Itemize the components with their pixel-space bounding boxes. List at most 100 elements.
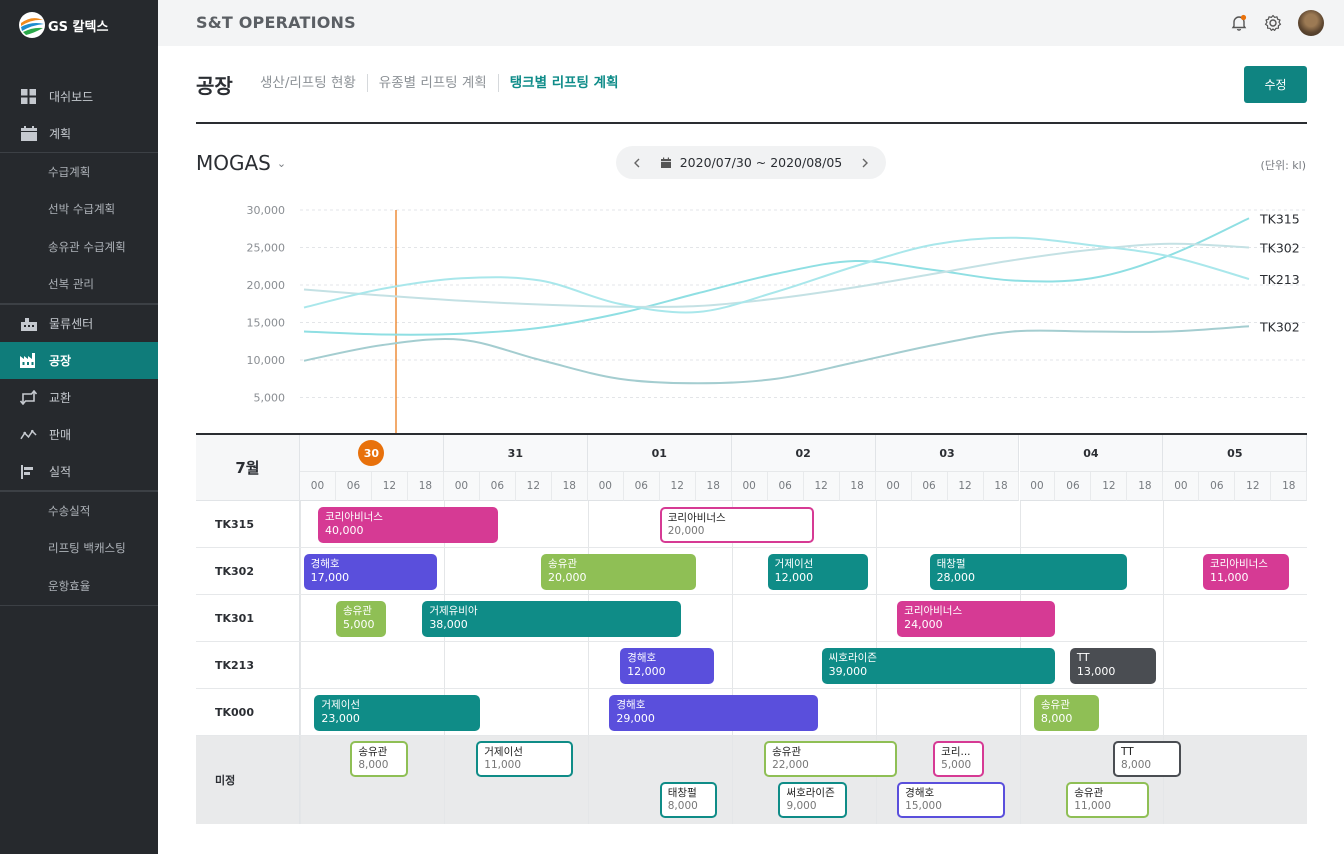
day-label: 03 xyxy=(939,446,955,460)
sidebar-item-label: 공장 xyxy=(49,354,72,368)
prev-arrow-icon[interactable] xyxy=(632,157,642,169)
sidebar-subitem-5[interactable]: 선복 관리 xyxy=(0,266,158,304)
sidebar-item-7[interactable]: 공장 xyxy=(0,342,158,379)
edit-button[interactable]: 수정 xyxy=(1244,66,1307,103)
lifting-bar[interactable]: 써호라이즌 9,000 xyxy=(778,782,847,818)
lifting-bar[interactable]: 태창펄 8,000 xyxy=(659,782,718,818)
sidebar-item-label: 송유관 수급계획 xyxy=(48,239,126,254)
tank-row-label: TK315 xyxy=(196,501,300,548)
hour-label: 06 xyxy=(911,472,948,501)
hour-label: 00 xyxy=(587,472,624,501)
factory-icon xyxy=(20,353,37,368)
lifting-bar[interactable]: 송유관 8,000 xyxy=(350,741,408,777)
product-selector[interactable]: MOGAS ⌄ xyxy=(196,151,286,175)
lifting-bar[interactable]: 태창펄 28,000 xyxy=(929,554,1128,590)
bar-vessel-name: 코리... xyxy=(941,746,971,758)
hour-label: 12 xyxy=(515,472,552,501)
lifting-bar[interactable]: 송유관 5,000 xyxy=(335,601,387,637)
lifting-bar[interactable]: 송유관 11,000 xyxy=(1066,782,1149,818)
lifting-bar[interactable]: TT 13,000 xyxy=(1069,648,1157,684)
series-label: TK315 xyxy=(1259,211,1300,226)
bar-vessel-name: 코리아비너스 xyxy=(324,511,383,523)
sidebar-subitem-11[interactable]: 수송실적 xyxy=(0,492,158,530)
lifting-bar[interactable]: 코리아비너스 24,000 xyxy=(897,601,1056,637)
sidebar-item-0[interactable]: 대쉬보드 xyxy=(0,78,158,115)
hour-label: 00 xyxy=(300,472,336,501)
bar-vessel-name: 송유관 xyxy=(772,746,802,758)
page-header: 공장 생산/리프팅 현황 유종별 리프팅 계획 탱크별 리프팅 계획 수정 xyxy=(196,64,1307,124)
sidebar-item-1[interactable]: 계획 xyxy=(0,115,158,152)
lifting-bar[interactable]: 거제이선 23,000 xyxy=(314,695,480,731)
lifting-bar[interactable]: 코리아비너스 20,000 xyxy=(659,507,815,543)
notification-bell-icon[interactable] xyxy=(1230,14,1248,32)
lifting-bar[interactable]: 경해호 17,000 xyxy=(303,554,437,590)
sidebar-subitem-13[interactable]: 운항효율 xyxy=(0,567,158,605)
sidebar-item-10[interactable]: 실적 xyxy=(0,453,158,490)
user-avatar[interactable] xyxy=(1298,10,1324,36)
tank-row-label: TK302 xyxy=(196,548,300,595)
row-divider xyxy=(196,547,1307,548)
sidebar-item-6[interactable]: 물류센터 xyxy=(0,305,158,342)
lifting-bar[interactable]: 경해호 15,000 xyxy=(897,782,1006,818)
bar-amount: 8,000 xyxy=(1040,712,1073,725)
hour-label: 06 xyxy=(335,472,372,501)
calendar-icon xyxy=(20,126,37,141)
month-label: 7월 xyxy=(196,435,300,501)
day-header[interactable]: 30 xyxy=(300,435,444,472)
day-divider xyxy=(587,501,589,824)
tab-lifting-plan-by-oil-type[interactable]: 유종별 리프팅 계획 xyxy=(366,74,498,92)
next-arrow-icon[interactable] xyxy=(860,157,870,169)
lifting-bar[interactable]: 송유관 22,000 xyxy=(764,741,898,777)
lifting-bar[interactable]: 코리아비너스 40,000 xyxy=(317,507,498,543)
tank-level-line-chart: 30,000 25,000 20,000 15,000 10,000 5,000 TK315… xyxy=(247,204,1307,434)
lifting-bar[interactable]: 거제유비아 38,000 xyxy=(422,601,682,637)
tab-lifting-plan-by-tank[interactable]: 탱크별 리프팅 계획 xyxy=(497,74,630,92)
bar-vessel-name: TT xyxy=(1076,652,1090,664)
series-line-tk315[interactable] xyxy=(303,217,1250,336)
sidebar-item-label: 실적 xyxy=(49,465,72,479)
brand-logo[interactable]: GS 칼텍스 xyxy=(18,10,108,40)
sidebar-subitem-3[interactable]: 선박 수급계획 xyxy=(0,191,158,229)
hour-label: 18 xyxy=(1127,472,1164,501)
day-header[interactable]: 03 xyxy=(875,435,1020,472)
date-range-text[interactable]: 2020/07/30 ~ 2020/08/05 xyxy=(680,155,843,170)
lifting-bar[interactable]: 코리아비너스 11,000 xyxy=(1202,554,1290,590)
sidebar-subitem-4[interactable]: 송유관 수급계획 xyxy=(0,228,158,266)
sidebar-item-label: 운항효율 xyxy=(48,578,91,593)
sidebar-subitem-12[interactable]: 리프팅 백캐스팅 xyxy=(0,530,158,568)
bar-amount: 29,000 xyxy=(616,712,655,725)
lifting-bar[interactable]: 송유관 8,000 xyxy=(1033,695,1099,731)
sidebar-item-9[interactable]: 판매 xyxy=(0,416,158,453)
sidebar-subitem-2[interactable]: 수급계획 xyxy=(0,153,158,191)
tank-row-label: TK213 xyxy=(196,642,300,689)
y-tick-label: 20,000 xyxy=(247,279,286,292)
unit-label: (단위: kl) xyxy=(1260,159,1306,172)
series-label: TK213 xyxy=(1259,272,1300,287)
hour-label: 18 xyxy=(839,472,876,501)
bar-amount: 38,000 xyxy=(429,618,468,631)
hour-label: 18 xyxy=(983,472,1020,501)
lifting-bar[interactable]: 코리... 5,000 xyxy=(933,741,984,777)
bar-amount: 23,000 xyxy=(321,712,360,725)
lifting-bar[interactable]: 거제이선 11,000 xyxy=(476,741,574,777)
lifting-bar[interactable]: 거제이선 12,000 xyxy=(767,554,869,590)
sidebar-item-8[interactable]: 교환 xyxy=(0,379,158,416)
lifting-bar[interactable]: 경해호 12,000 xyxy=(620,648,714,684)
lifting-bar[interactable]: TT 8,000 xyxy=(1113,741,1182,777)
hour-label: 00 xyxy=(1163,472,1200,501)
bar-vessel-name: 경해호 xyxy=(310,558,340,570)
day-header[interactable]: 04 xyxy=(1019,435,1164,472)
sidebar: GS 칼텍스 대쉬보드 계획 수급계획 선박 수급계획송유관 수급계획선복 관리 물류센… xyxy=(0,0,158,854)
lifting-bar[interactable]: 씨호라이즌 39,000 xyxy=(821,648,1056,684)
day-header[interactable]: 05 xyxy=(1163,435,1308,472)
bar-amount: 12,000 xyxy=(627,665,666,678)
tab-production-lifting-status[interactable]: 생산/리프팅 현황 xyxy=(260,74,367,92)
day-header[interactable]: 01 xyxy=(587,435,732,472)
day-header[interactable]: 31 xyxy=(443,435,588,472)
lifting-bar[interactable]: 송유관 20,000 xyxy=(541,554,696,590)
bar-vessel-name: 거제이선 xyxy=(484,746,523,758)
settings-gear-icon[interactable] xyxy=(1264,14,1282,32)
bar-vessel-name: 송유관 xyxy=(1040,699,1070,711)
lifting-bar[interactable]: 경해호 29,000 xyxy=(609,695,819,731)
day-header[interactable]: 02 xyxy=(731,435,876,472)
